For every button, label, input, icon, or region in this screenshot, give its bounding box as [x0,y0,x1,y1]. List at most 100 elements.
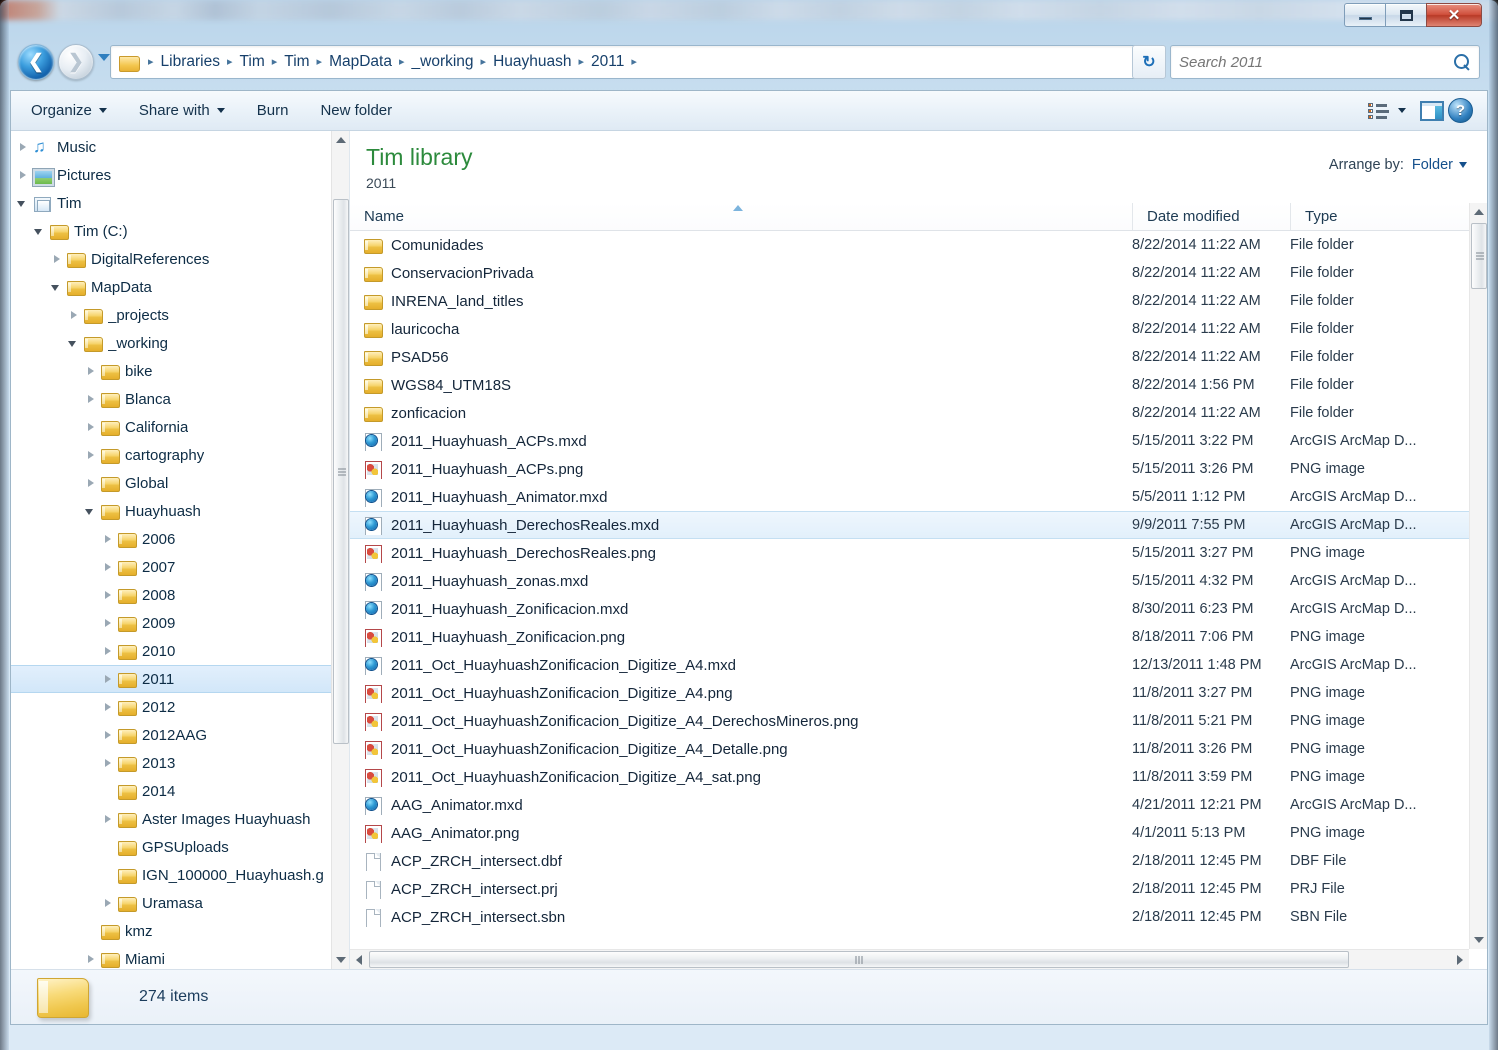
breadcrumb-separator[interactable]: ▸ [631,56,637,68]
sidebar-item-2012[interactable]: 2012 [11,693,331,721]
breadcrumb-item-working[interactable]: _working [409,51,477,73]
table-row[interactable]: 2011_Oct_HuayhuashZonificacion_Digitize_… [350,651,1469,679]
table-row[interactable]: 2011_Huayhuash_DerechosReales.mxd 9/9/201… [350,511,1469,539]
list-scroll-right-button[interactable] [1451,950,1469,969]
list-scroll-thumb[interactable] [1471,223,1487,289]
sidebar-item-ign-100000-huayhuash-g[interactable]: IGN_100000_Huayhuash.g [11,861,331,889]
sidebar-item-2009[interactable]: 2009 [11,609,331,637]
breadcrumb-item-2011[interactable]: 2011 [588,51,627,73]
sidebar-item-2010[interactable]: 2010 [11,637,331,665]
sidebar-item-kmz[interactable]: kmz [11,917,331,945]
table-row[interactable]: 2011_Huayhuash_ACPs.png 5/15/2011 3:26 PM… [350,455,1469,483]
close-button[interactable]: ✕ [1426,3,1482,27]
file-list-scrollbar-vertical[interactable] [1469,203,1487,949]
table-row[interactable]: 2011_Oct_HuayhuashZonificacion_Digitize_… [350,735,1469,763]
collapse-icon[interactable] [66,336,81,351]
collapse-icon[interactable] [32,224,47,239]
table-row[interactable]: WGS84_UTM18S 8/22/2014 1:56 PM File folder [350,371,1469,399]
sidebar-item-2008[interactable]: 2008 [11,581,331,609]
table-row[interactable]: PSAD56 8/22/2014 11:22 AM File folder [350,343,1469,371]
search-box[interactable] [1170,45,1480,79]
expand-icon[interactable] [83,420,98,435]
list-hscroll-thumb[interactable] [369,951,1349,968]
maximize-button[interactable] [1385,3,1426,27]
expand-icon[interactable] [49,252,64,267]
expand-icon[interactable] [83,476,98,491]
column-header-date-modified[interactable]: Date modified [1132,203,1290,230]
sidebar-item-working[interactable]: _working [11,329,331,357]
breadcrumb-separator[interactable]: ▸ [272,56,278,68]
forward-button[interactable]: ❯ [58,44,94,80]
table-row[interactable]: ACP_ZRCH_intersect.sbn 2/18/2011 12:45 PM… [350,903,1469,931]
search-input[interactable] [1179,53,1453,71]
help-icon[interactable]: ? [1448,98,1473,123]
breadcrumb-separator[interactable]: ▸ [399,56,405,68]
sidebar-item-aster-images-huayhuash[interactable]: Aster Images Huayhuash [11,805,331,833]
breadcrumb-separator[interactable]: ▸ [227,56,233,68]
sidebar-item-california[interactable]: California [11,413,331,441]
back-button[interactable]: ❮ [18,44,54,80]
breadcrumb-item-mapdata[interactable]: MapData [326,51,395,73]
table-row[interactable]: 2011_Huayhuash_ACPs.mxd 5/15/2011 3:22 PM… [350,427,1469,455]
table-row[interactable]: zonficacion 8/22/2014 11:22 AM File folder [350,399,1469,427]
expand-icon[interactable] [100,616,115,631]
list-scroll-left-button[interactable] [350,950,368,969]
view-chevron-down-icon[interactable] [1398,108,1406,113]
expand-icon[interactable] [100,728,115,743]
sidebar-item-mapdata[interactable]: MapData [11,273,331,301]
expand-icon[interactable] [100,812,115,827]
breadcrumb-item-tim-2[interactable]: Tim [281,51,312,73]
table-row[interactable]: 2011_Huayhuash_Animator.mxd 5/5/2011 1:12… [350,483,1469,511]
sidebar-item-2013[interactable]: 2013 [11,749,331,777]
sidebar-item-huayhuash[interactable]: Huayhuash [11,497,331,525]
collapse-icon[interactable] [15,196,30,211]
breadcrumb-item-libraries[interactable]: Libraries [158,51,223,73]
sidebar-item-uramasa[interactable]: Uramasa [11,889,331,917]
sidebar-item-global[interactable]: Global [11,469,331,497]
table-row[interactable]: INRENA_land_titles 8/22/2014 11:22 AM File… [350,287,1469,315]
expand-icon[interactable] [100,756,115,771]
navpane-scroll-up-button[interactable] [332,131,349,149]
expand-icon[interactable] [83,952,98,967]
table-row[interactable]: 2011_Oct_HuayhuashZonificacion_Digitize_… [350,679,1469,707]
sidebar-item-miami[interactable]: Miami [11,945,331,969]
recent-pages-dropdown-icon[interactable] [98,54,110,61]
organize-button[interactable]: Organize [19,96,119,125]
share-with-button[interactable]: Share with [127,96,237,125]
sidebar-item-bike[interactable]: bike [11,357,331,385]
collapse-icon[interactable] [83,504,98,519]
breadcrumb-separator[interactable]: ▸ [317,56,323,68]
sidebar-item-tim-c[interactable]: Tim (C:) [11,217,331,245]
expand-icon[interactable] [100,532,115,547]
table-row[interactable]: 2011_Huayhuash_Zonificacion.png 8/18/2011… [350,623,1469,651]
sidebar-item-cartography[interactable]: cartography [11,441,331,469]
table-row[interactable]: AAG_Animator.mxd 4/21/2011 12:21 PM ArcGIS… [350,791,1469,819]
table-row[interactable]: Comunidades 8/22/2014 11:22 AM File folder [350,231,1469,259]
expand-icon[interactable] [15,140,30,155]
expand-icon[interactable] [100,588,115,603]
collapse-icon[interactable] [49,280,64,295]
expand-icon[interactable] [100,644,115,659]
breadcrumb-separator[interactable]: ▸ [148,56,154,68]
breadcrumb-separator[interactable]: ▸ [481,56,487,68]
table-row[interactable]: ACP_ZRCH_intersect.prj 2/18/2011 12:45 PM… [350,875,1469,903]
breadcrumb-separator[interactable]: ▸ [579,56,585,68]
sidebar-item-gpsuploads[interactable]: GPSUploads [11,833,331,861]
expand-icon[interactable] [100,700,115,715]
table-row[interactable]: AAG_Animator.png 4/1/2011 5:13 PM PNG imag… [350,819,1469,847]
table-row[interactable]: lauricocha 8/22/2014 11:22 AM File folder [350,315,1469,343]
refresh-button[interactable]: ↻ [1132,45,1166,79]
sidebar-item-projects[interactable]: _projects [11,301,331,329]
new-folder-button[interactable]: New folder [308,96,404,125]
column-header-type[interactable]: Type [1290,203,1469,230]
preview-pane-icon[interactable] [1420,100,1444,121]
minimize-button[interactable] [1344,3,1385,27]
expand-icon[interactable] [15,168,30,183]
sidebar-item-blanca[interactable]: Blanca [11,385,331,413]
expand-icon[interactable] [100,672,115,687]
list-view-icon[interactable] [1368,102,1390,120]
navpane-scroll-thumb[interactable] [333,199,349,744]
file-list-scrollbar-horizontal[interactable] [350,949,1469,969]
list-scroll-down-button[interactable] [1470,931,1487,949]
table-row[interactable]: 2011_Oct_HuayhuashZonificacion_Digitize_… [350,763,1469,791]
